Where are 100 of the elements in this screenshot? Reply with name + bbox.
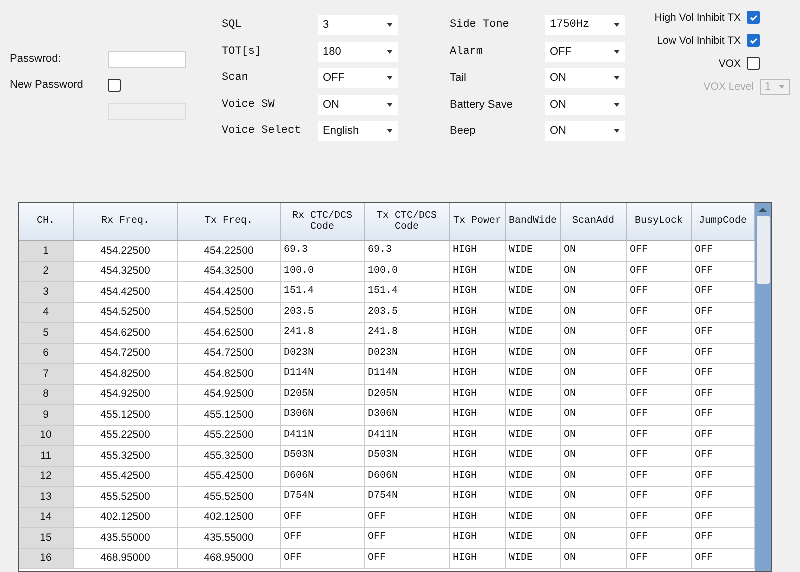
table-cell: OFF [627, 446, 692, 466]
table-cell: WIDE [506, 282, 561, 302]
row-header: 13 [19, 487, 74, 508]
password-label: Passwrod: [10, 53, 62, 65]
row-header: 11 [19, 446, 74, 466]
table-cell: OFF [627, 466, 692, 487]
setting-dropdown[interactable]: ON [545, 94, 625, 115]
row-header: 9 [19, 405, 74, 426]
table-cell: D606N [365, 466, 450, 487]
table-cell: HIGH [450, 466, 506, 487]
table-cell: D114N [281, 364, 365, 384]
setting-dropdown[interactable]: English [318, 121, 398, 142]
table-cell: D023N [365, 344, 450, 364]
column-header[interactable]: BandWide [506, 203, 561, 241]
table-cell: 454.82500 [178, 364, 281, 384]
setting-dropdown[interactable]: 1750Hz [545, 15, 625, 36]
scrollbar[interactable] [755, 203, 771, 571]
table-cell: D306N [281, 405, 365, 426]
table-cell: D754N [365, 487, 450, 508]
table-cell: HIGH [450, 446, 506, 466]
table-cell: ON [561, 508, 627, 528]
table-cell: ON [561, 548, 627, 569]
table-cell: OFF [627, 548, 692, 569]
caret-icon [614, 129, 620, 134]
table-cell: 455.22500 [178, 426, 281, 446]
column-header[interactable]: BusyLock [627, 203, 692, 241]
checkbox[interactable] [747, 34, 760, 47]
setting-dropdown[interactable]: OFF [318, 68, 398, 88]
checkbox[interactable] [747, 11, 760, 24]
table-cell: HIGH [450, 384, 506, 405]
table-cell: 455.12500 [74, 405, 178, 426]
table-cell: 69.3 [281, 241, 365, 262]
setting-dropdown[interactable]: ON [318, 94, 398, 115]
table-cell: D114N [365, 364, 450, 384]
table-cell: WIDE [506, 323, 561, 344]
table-cell: 455.42500 [178, 466, 281, 487]
table-cell: OFF [281, 508, 365, 528]
table-cell: HIGH [450, 548, 506, 569]
table-cell: D023N [281, 344, 365, 364]
row-header: 1 [19, 241, 74, 262]
caret-icon [387, 129, 393, 134]
column-header[interactable]: ScanAdd [561, 203, 627, 241]
scroll-thumb[interactable] [756, 216, 770, 284]
table-cell: WIDE [506, 241, 561, 262]
table-cell: ON [561, 323, 627, 344]
table-cell: OFF [365, 508, 450, 528]
column-header[interactable]: Tx CTC/DCS Code [365, 203, 450, 241]
column-header[interactable]: Tx Freq. [178, 203, 281, 241]
caret-icon [387, 50, 393, 54]
table-cell: HIGH [450, 302, 506, 323]
row-header: 5 [19, 323, 74, 344]
table-cell: 454.42500 [74, 282, 178, 302]
table-cell: 241.8 [281, 323, 365, 344]
table-cell: 435.55000 [178, 528, 281, 548]
scroll-up-icon[interactable] [759, 208, 767, 212]
setting-label: Alarm [450, 46, 484, 58]
checkbox-label: Low Vol Inhibit TX [657, 34, 741, 46]
table-cell: HIGH [450, 323, 506, 344]
checkbox[interactable] [747, 57, 760, 70]
column-header[interactable]: Tx Power [450, 203, 506, 241]
new-password-checkbox[interactable] [108, 78, 121, 92]
table-cell: WIDE [506, 487, 561, 508]
setting-label: Voice SW [222, 98, 276, 111]
table-cell: D205N [365, 384, 450, 405]
password-field[interactable] [108, 50, 186, 68]
table-cell: ON [561, 466, 627, 487]
table-cell: 455.32500 [178, 446, 281, 466]
table-cell: ON [561, 262, 627, 282]
setting-dropdown[interactable]: ON [545, 121, 625, 142]
setting-label: Voice Select [222, 125, 302, 138]
table-cell: OFF [627, 302, 692, 323]
table-cell: D503N [365, 446, 450, 466]
table-cell: OFF [627, 262, 692, 282]
setting-dropdown[interactable]: 180 [318, 42, 398, 62]
table-cell: D606N [281, 466, 365, 487]
column-header[interactable]: Rx Freq. [74, 203, 178, 241]
table-cell: WIDE [506, 446, 561, 466]
table-cell: 454.82500 [74, 364, 178, 384]
table-cell: WIDE [506, 426, 561, 446]
table-cell: ON [561, 426, 627, 446]
setting-dropdown[interactable]: OFF [545, 42, 625, 62]
table-cell: WIDE [506, 528, 561, 548]
column-header[interactable]: Rx CTC/DCS Code [281, 203, 365, 241]
table-cell: OFF [627, 384, 692, 405]
table-cell: D503N [281, 446, 365, 466]
table-cell: 69.3 [365, 241, 450, 262]
table-cell: OFF [281, 548, 365, 569]
row-header: 10 [19, 426, 74, 446]
setting-label: Scan [222, 72, 250, 84]
table-cell: 454.92500 [74, 384, 178, 405]
table-cell: 455.22500 [74, 426, 178, 446]
caret-icon [779, 84, 785, 88]
table-cell: WIDE [506, 302, 561, 323]
new-password-label: New Password [10, 79, 84, 91]
table-cell: WIDE [506, 405, 561, 426]
table-cell: HIGH [450, 364, 506, 384]
setting-dropdown[interactable]: ON [545, 68, 625, 88]
setting-dropdown[interactable]: 3 [318, 15, 398, 36]
table-cell: HIGH [450, 344, 506, 364]
table-cell: 435.55000 [74, 528, 178, 548]
